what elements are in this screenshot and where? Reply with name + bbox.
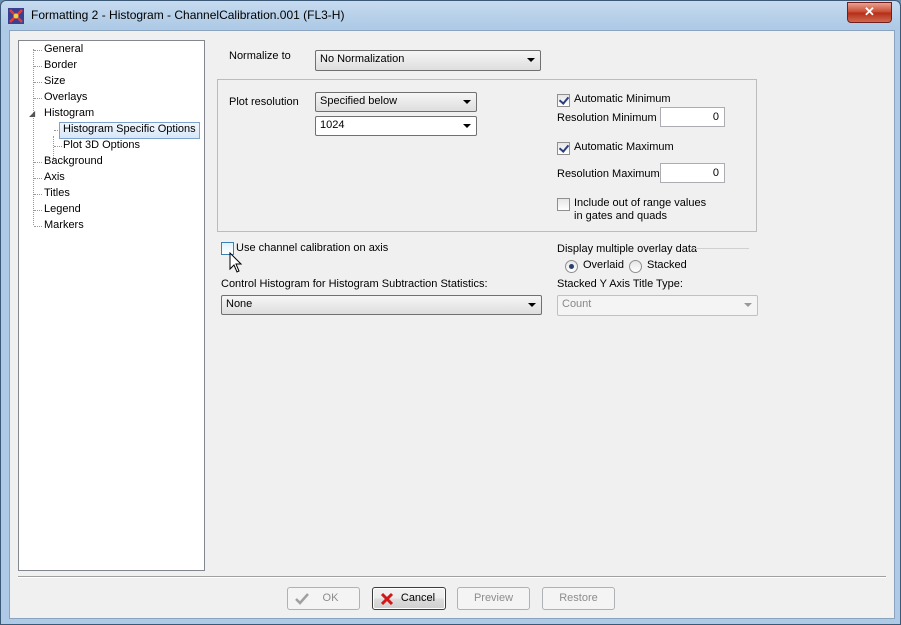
resolution-maximum-input[interactable]: 0	[660, 163, 725, 183]
preview-button[interactable]: Preview	[457, 587, 530, 610]
plot-resolution-mode-dropdown[interactable]: Specified below	[315, 92, 477, 112]
tree-connector	[34, 98, 42, 99]
automatic-minimum-label: Automatic Minimum	[574, 93, 671, 105]
overlaid-radio[interactable]	[565, 260, 578, 273]
tree-item-size[interactable]: Size	[44, 74, 65, 89]
tree-connector	[34, 226, 42, 227]
control-histogram-label: Control Histogram for Histogram Subtract…	[221, 278, 488, 290]
ok-button[interactable]: OK	[287, 587, 360, 610]
stacked-label: Stacked	[647, 259, 687, 271]
plot-resolution-mode-value: Specified below	[320, 95, 398, 107]
footer-separator	[18, 576, 886, 578]
tree-connector	[34, 210, 42, 211]
channel-calibration-label: Use channel calibration on axis	[236, 242, 389, 254]
chevron-down-icon	[744, 303, 752, 307]
cancel-button-label: Cancel	[400, 592, 436, 604]
include-out-of-range-label-line1: Include out of range values	[574, 197, 707, 209]
tree-connector	[33, 49, 34, 225]
tree-item-background[interactable]: Background	[44, 154, 103, 169]
ok-button-label: OK	[322, 592, 339, 604]
tree-connector	[34, 178, 42, 179]
tree-connector	[34, 162, 42, 163]
tree-connector	[34, 82, 42, 83]
chevron-down-icon	[463, 124, 471, 128]
tree-connector	[54, 146, 62, 147]
tree-item-histogram[interactable]: Histogram	[44, 106, 94, 121]
tree-item-border[interactable]: Border	[44, 58, 77, 73]
tree-item-plot-3d-options[interactable]: Plot 3D Options	[63, 138, 140, 153]
tree-item-axis[interactable]: Axis	[44, 170, 65, 185]
plot-resolution-size-value: 1024	[320, 119, 345, 131]
stacked-y-axis-title-value: Count	[562, 298, 592, 310]
resolution-minimum-input[interactable]: 0	[660, 107, 725, 127]
chevron-down-icon	[463, 100, 471, 104]
control-histogram-value: None	[226, 298, 253, 310]
stacked-y-axis-title-label: Stacked Y Axis Title Type:	[557, 278, 683, 290]
control-histogram-dropdown[interactable]: None	[221, 295, 542, 315]
include-out-of-range-label-line2: in gates and quads	[574, 210, 667, 222]
tree-item-overlays[interactable]: Overlays	[44, 90, 87, 105]
overlay-group-line	[694, 248, 749, 249]
tree-item-titles[interactable]: Titles	[44, 186, 70, 201]
tree-item-legend[interactable]: Legend	[44, 202, 81, 217]
tree-item-markers[interactable]: Markers	[44, 218, 84, 233]
resolution-maximum-label: Resolution Maximum	[557, 168, 660, 180]
close-button[interactable]: ✕	[847, 2, 892, 23]
tree-connector	[34, 50, 42, 51]
include-out-of-range-checkbox[interactable]	[557, 198, 570, 211]
plot-resolution-label: Plot resolution	[229, 96, 299, 108]
tree-connector	[34, 66, 42, 67]
normalize-value: No Normalization	[320, 53, 405, 65]
dialog-window: Formatting 2 - Histogram - ChannelCalibr…	[0, 0, 901, 625]
plot-resolution-size-dropdown[interactable]: 1024	[315, 116, 477, 136]
tree-connector	[34, 194, 42, 195]
resolution-minimum-label: Resolution Minimum	[557, 112, 657, 124]
automatic-maximum-label: Automatic Maximum	[574, 141, 674, 153]
category-tree[interactable]: General Border Size Overlays ◢ Histogram…	[18, 40, 205, 571]
overlay-display-label: Display multiple overlay data	[557, 243, 698, 255]
mouse-cursor-icon	[229, 252, 243, 273]
checkmark-icon	[295, 593, 309, 605]
normalize-label: Normalize to	[229, 50, 291, 62]
stacked-y-axis-title-dropdown[interactable]: Count	[557, 295, 758, 316]
stacked-radio[interactable]	[629, 260, 642, 273]
flowjo-app-icon	[8, 8, 24, 24]
tree-item-general[interactable]: General	[44, 42, 83, 57]
restore-button[interactable]: Restore	[542, 587, 615, 610]
dialog-client-area: General Border Size Overlays ◢ Histogram…	[9, 30, 895, 619]
cancel-button[interactable]: Cancel	[372, 587, 446, 610]
automatic-minimum-checkbox[interactable]	[557, 94, 570, 107]
window-title: Formatting 2 - Histogram - ChannelCalibr…	[31, 8, 345, 22]
overlaid-label: Overlaid	[583, 259, 624, 271]
chevron-down-icon	[527, 58, 535, 62]
red-x-icon	[380, 592, 394, 606]
title-bar[interactable]: Formatting 2 - Histogram - ChannelCalibr…	[1, 1, 900, 30]
normalize-dropdown[interactable]: No Normalization	[315, 50, 541, 71]
chevron-down-icon	[528, 303, 536, 307]
automatic-maximum-checkbox[interactable]	[557, 142, 570, 155]
tree-item-histogram-specific-options[interactable]: Histogram Specific Options	[59, 122, 200, 139]
collapse-triangle-icon[interactable]: ◢	[29, 109, 35, 118]
